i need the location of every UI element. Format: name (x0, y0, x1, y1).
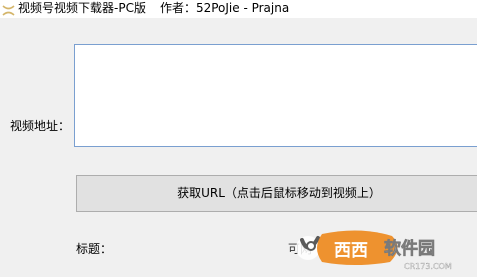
svg-text:西西: 西西 (334, 241, 368, 261)
title-label: 标题： (76, 242, 113, 256)
title-bar: 视频号视频下载器-PC版 作者：52PoJie - Prajna (0, 0, 477, 18)
window-title: 视频号视频下载器-PC版 作者：52PoJie - Prajna (18, 0, 289, 18)
video-url-input[interactable] (74, 44, 477, 147)
video-url-label: 视频地址： (10, 119, 71, 133)
app-icon (2, 2, 15, 16)
svg-text:CR173.COM: CR173.COM (404, 262, 452, 271)
author-credit: 作者：52PoJie - Prajna (159, 1, 290, 15)
app-title: 视频号视频下载器-PC版 (18, 1, 146, 15)
watermark-logo: 西西 软件园 CR173.COM (294, 222, 477, 272)
get-url-button[interactable]: 获取URL（点击后鼠标移动到视频上） (76, 175, 477, 212)
watermark-logo-graphic: 西西 软件园 CR173.COM (296, 230, 452, 271)
svg-text:软件园: 软件园 (384, 238, 435, 259)
